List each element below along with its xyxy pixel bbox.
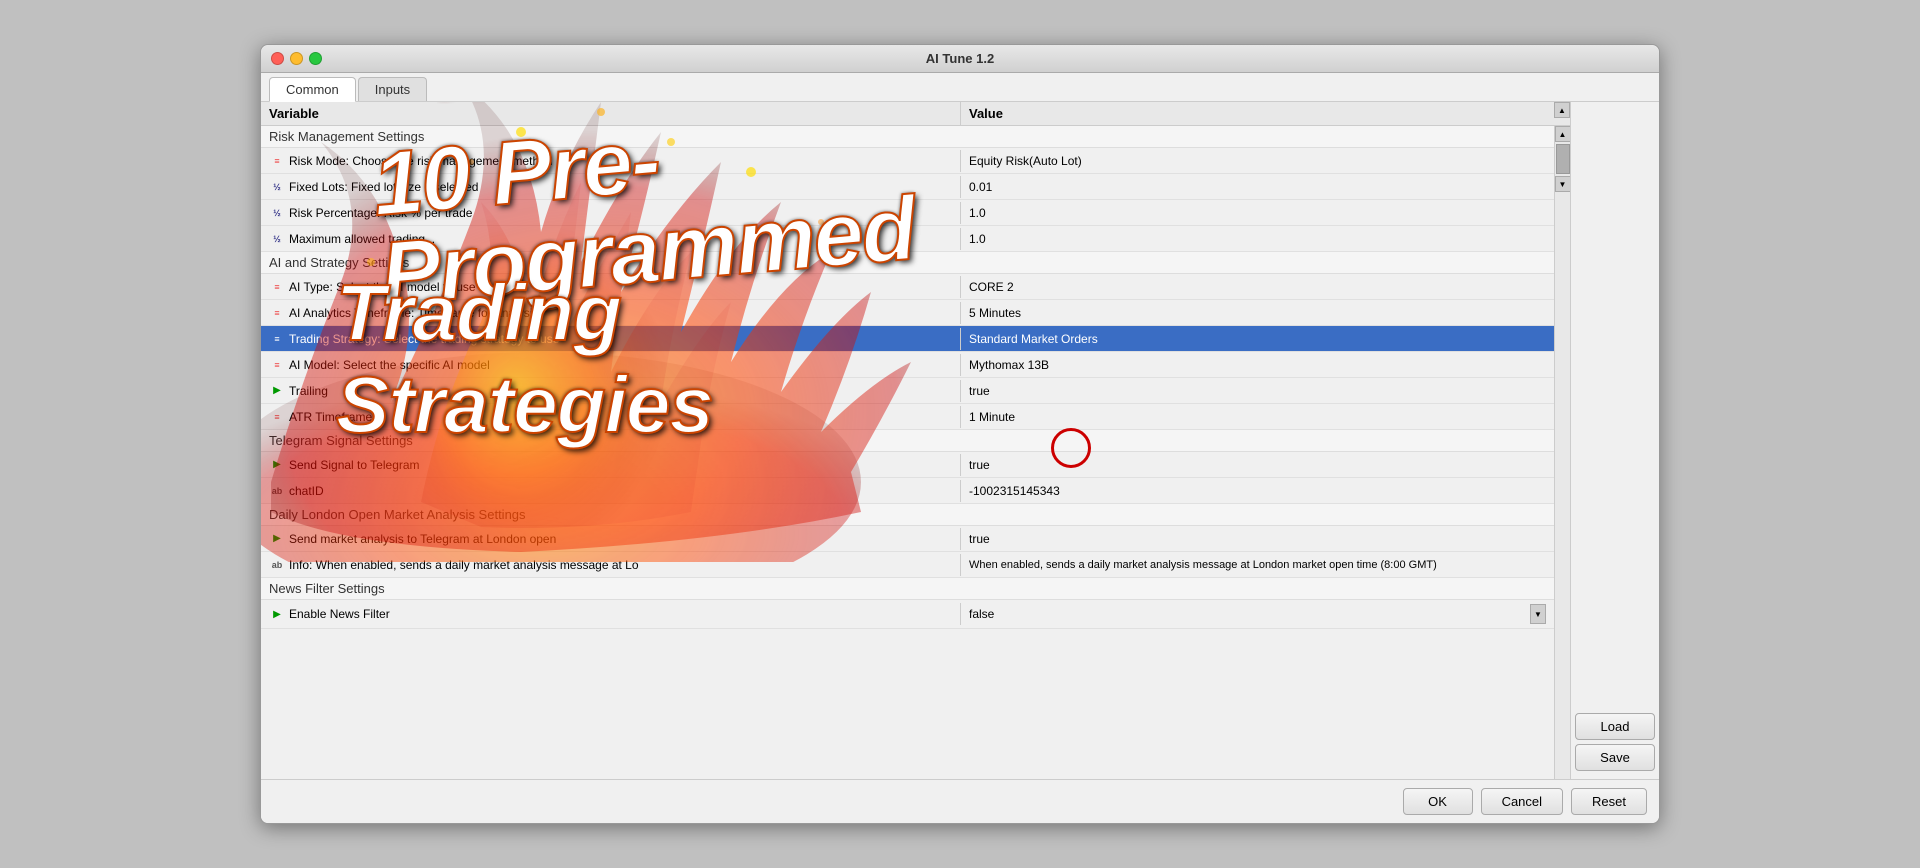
dropdown-arrow-icon[interactable]: ▼: [1530, 604, 1546, 624]
row-variable: ½ Risk Percentage: Risk % per trade: [261, 202, 961, 224]
header-variable: Variable: [261, 102, 961, 125]
reset-button[interactable]: Reset: [1571, 788, 1647, 815]
traffic-lights: [271, 52, 322, 65]
row-value: 0.01: [961, 176, 1554, 198]
table-row[interactable]: ▶ Trailing true: [261, 378, 1554, 404]
row-value: -1002315145343: [961, 480, 1554, 502]
row-value: When enabled, sends a daily market analy…: [961, 555, 1554, 575]
table-row[interactable]: ½ Fixed Lots: Fixed lot size if selected…: [261, 174, 1554, 200]
bottom-bar: OK Cancel Reset: [261, 779, 1659, 823]
row-value: 1.0: [961, 228, 1554, 250]
row-variable: ≡ AI Type: Select the AI model to use: [261, 276, 961, 298]
save-button[interactable]: Save: [1575, 744, 1655, 771]
scroll-up-button[interactable]: ▲: [1555, 126, 1571, 142]
title-bar: AI Tune 1.2: [261, 45, 1659, 73]
row-value: 1.0: [961, 202, 1554, 224]
section-risk-management: Risk Management Settings: [261, 126, 1554, 148]
eq-icon: ≡: [269, 358, 285, 372]
row-value: Mythomax 13B: [961, 354, 1554, 376]
row-variable: ½ Fixed Lots: Fixed lot size if selected: [261, 176, 961, 198]
row-variable: ▶ Send Signal to Telegram: [261, 454, 961, 476]
right-sidebar: Load Save: [1570, 102, 1659, 779]
table-header: Variable Value ▲: [261, 102, 1570, 126]
table-row-selected[interactable]: ≡ Trading Strategy: Select the trading s…: [261, 326, 1554, 352]
scrollbar[interactable]: ▲ ▼: [1554, 126, 1570, 779]
ab-icon: ab: [269, 484, 285, 498]
arrow-icon: ▶: [269, 458, 285, 472]
scroll-up-btn[interactable]: ▲: [1554, 102, 1570, 118]
row-value: CORE 2: [961, 276, 1554, 298]
section-ai-strategy: AI and Strategy Settings: [261, 252, 1554, 274]
dropdown-container: false ▼: [969, 604, 1546, 624]
table-row[interactable]: ≡ Risk Mode: Choose the risk management …: [261, 148, 1554, 174]
minimize-button[interactable]: [290, 52, 303, 65]
settings-table: Variable Value ▲ Risk Management Setting…: [261, 102, 1570, 779]
table-row[interactable]: ½ Maximum allowed trading... 1.0: [261, 226, 1554, 252]
row-variable: ≡ Risk Mode: Choose the risk management …: [261, 150, 961, 172]
row-variable: ab chatID: [261, 480, 961, 502]
eq-icon: ≡: [269, 154, 285, 168]
row-variable: ≡ ATR Timeframe: [261, 406, 961, 428]
maximize-button[interactable]: [309, 52, 322, 65]
row-value: false ▼: [961, 600, 1554, 628]
row-value: true: [961, 454, 1554, 476]
row-value: true: [961, 528, 1554, 550]
eq-icon: ≡: [269, 332, 285, 346]
window-title: AI Tune 1.2: [271, 51, 1649, 66]
load-button[interactable]: Load: [1575, 713, 1655, 740]
main-window: AI Tune 1.2 Common Inputs Variable Value…: [260, 44, 1660, 824]
header-value: Value: [961, 102, 1554, 125]
table-row[interactable]: ≡ ATR Timeframe 1 Minute: [261, 404, 1554, 430]
tab-common[interactable]: Common: [269, 77, 356, 102]
eq-icon: ≡: [269, 280, 285, 294]
eq-icon: ≡: [269, 306, 285, 320]
row-value: Equity Risk(Auto Lot): [961, 150, 1554, 172]
table-body: Risk Management Settings ≡ Risk Mode: Ch…: [261, 126, 1554, 779]
section-news-filter: News Filter Settings: [261, 578, 1554, 600]
scrollbar-thumb[interactable]: [1556, 144, 1570, 174]
row-variable: ▶ Trailing: [261, 380, 961, 402]
half-icon: ½: [269, 180, 285, 194]
section-london-open: Daily London Open Market Analysis Settin…: [261, 504, 1554, 526]
table-row[interactable]: ≡ AI Analytics Timeframe: Timeframe for …: [261, 300, 1554, 326]
arrow-icon: ▶: [269, 532, 285, 546]
arrow-icon: ▶: [269, 384, 285, 398]
row-value: 1 Minute: [961, 406, 1554, 428]
table-row[interactable]: ≡ AI Type: Select the AI model to use CO…: [261, 274, 1554, 300]
row-variable: ▶ Send market analysis to Telegram at Lo…: [261, 528, 961, 550]
row-variable: ≡ AI Model: Select the specific AI model: [261, 354, 961, 376]
content-area: Variable Value ▲ Risk Management Setting…: [261, 102, 1659, 779]
tab-inputs[interactable]: Inputs: [358, 77, 427, 101]
half-icon: ½: [269, 206, 285, 220]
section-telegram: Telegram Signal Settings: [261, 430, 1554, 452]
table-row[interactable]: ≡ AI Model: Select the specific AI model…: [261, 352, 1554, 378]
table-row[interactable]: ab Info: When enabled, sends a daily mar…: [261, 552, 1554, 578]
cancel-button[interactable]: Cancel: [1481, 788, 1563, 815]
table-row[interactable]: ▶ Send Signal to Telegram true: [261, 452, 1554, 478]
row-value: true: [961, 380, 1554, 402]
row-variable: ab Info: When enabled, sends a daily mar…: [261, 554, 961, 576]
eq-icon: ≡: [269, 410, 285, 424]
row-variable: ½ Maximum allowed trading...: [261, 228, 961, 250]
row-variable: ≡ AI Analytics Timeframe: Timeframe for …: [261, 302, 961, 324]
row-value: 5 Minutes: [961, 302, 1554, 324]
table-row[interactable]: ½ Risk Percentage: Risk % per trade 1.0: [261, 200, 1554, 226]
close-button[interactable]: [271, 52, 284, 65]
table-row[interactable]: ab chatID -1002315145343: [261, 478, 1554, 504]
row-value: Standard Market Orders: [961, 328, 1554, 350]
tab-bar: Common Inputs: [261, 73, 1659, 102]
arrow-icon: ▶: [269, 607, 285, 621]
table-row[interactable]: ▶ Send market analysis to Telegram at Lo…: [261, 526, 1554, 552]
row-variable: ≡ Trading Strategy: Select the trading s…: [261, 328, 961, 350]
half-icon: ½: [269, 232, 285, 246]
ab-icon: ab: [269, 558, 285, 572]
scroll-down-button[interactable]: ▼: [1555, 176, 1571, 192]
table-row[interactable]: ▶ Enable News Filter false ▼: [261, 600, 1554, 629]
row-variable: ▶ Enable News Filter: [261, 603, 961, 625]
ok-button[interactable]: OK: [1403, 788, 1473, 815]
